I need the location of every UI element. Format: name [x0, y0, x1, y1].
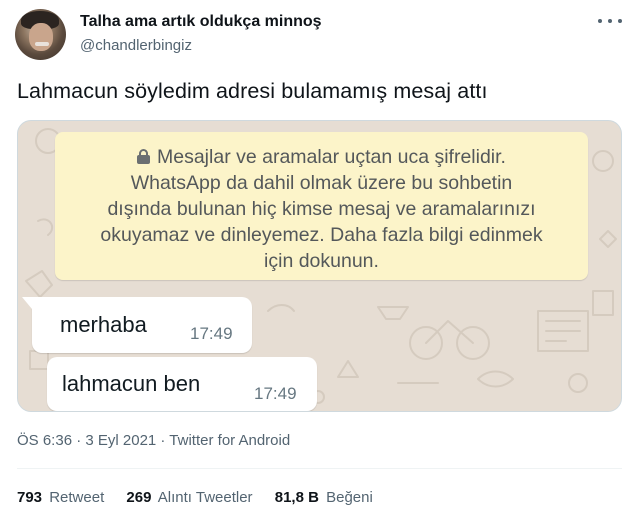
stat-count: 269	[126, 489, 152, 506]
encryption-notice-text-1: Mesajlar ve aramalar uçtan uca şifrelidi…	[157, 146, 506, 168]
message-time: 17:49	[190, 324, 233, 343]
message-time: 17:49	[254, 384, 297, 403]
encryption-notice-line-5: için dokunun.	[264, 250, 379, 272]
encryption-notice-line-3: dışında bulunan hiç kimse mesaj ve arama…	[107, 198, 536, 220]
likes-count-link[interactable]: 81,8 B Beğeni	[275, 489, 373, 506]
avatar-face	[29, 23, 53, 51]
message-text: lahmacun ben	[62, 371, 201, 396]
quote-tweets-link[interactable]: 269 Alıntı Tweetler	[126, 489, 252, 506]
avatar-mouth	[35, 42, 49, 46]
encryption-notice-line-4: okuyamaz ve dinleyemez. Daha fazla bilgi…	[100, 224, 543, 246]
divider	[17, 468, 622, 469]
encryption-notice-line-2: WhatsApp da dahil olmak üzere bu sohbeti…	[130, 172, 513, 194]
bubble-tail	[22, 297, 32, 309]
lock-icon	[137, 149, 150, 164]
message-bubble[interactable]: merhaba 17:49	[22, 297, 252, 353]
message-bubble[interactable]: lahmacun ben 17:49	[47, 357, 317, 411]
stat-count: 793	[17, 489, 43, 506]
stat-label: Alıntı Tweetler	[157, 489, 253, 506]
encryption-notice[interactable]: Mesajlar ve aramalar uçtan uca şifrelidi…	[55, 132, 588, 280]
tweet-stats: 793 Retweet 269 Alıntı Tweetler 81,8 B B…	[17, 489, 391, 506]
author-handle[interactable]: @chandlerbingiz	[80, 37, 192, 54]
more-icon[interactable]	[598, 14, 622, 28]
tweet-media-image[interactable]: Mesajlar ve aramalar uçtan uca şifrelidi…	[17, 120, 622, 412]
encryption-notice-line-1: Mesajlar ve aramalar uçtan uca şifrelidi…	[55, 144, 588, 170]
tweet-text: Lahmacun söyledim adresi bulamamış mesaj…	[17, 79, 488, 103]
tweet-timestamp[interactable]: ÖS 6:36 · 3 Eyl 2021 · Twitter for Andro…	[17, 432, 290, 449]
retweet-count-link[interactable]: 793 Retweet	[17, 489, 104, 506]
stat-label: Beğeni	[326, 489, 373, 506]
stat-count: 81,8 B	[274, 489, 319, 506]
author-name[interactable]: Talha ama artık oldukça minnoş	[80, 13, 322, 31]
author-avatar[interactable]	[15, 9, 66, 60]
stat-label: Retweet	[49, 489, 105, 506]
message-text: merhaba	[60, 312, 147, 337]
